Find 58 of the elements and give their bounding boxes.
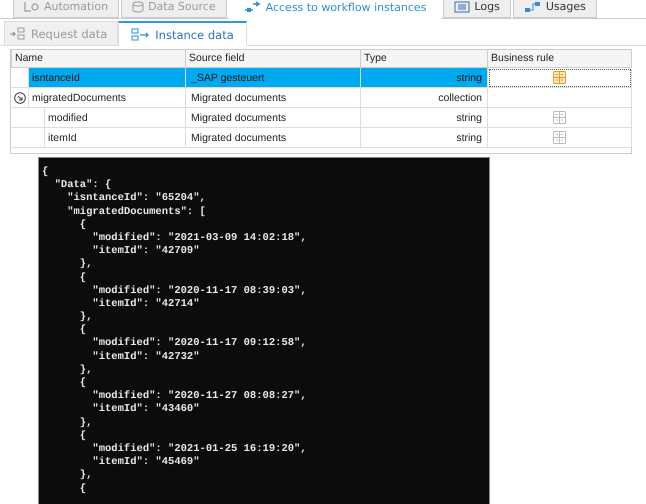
- name-cell[interactable]: modified: [44, 108, 185, 127]
- table-cell: Migrated documents: [186, 88, 361, 108]
- table-cell: Migrated documents: [186, 128, 361, 148]
- rule-cell[interactable]: [488, 108, 632, 128]
- code-line: {: [78, 377, 88, 390]
- code-line: "itemId": "42732": [91, 350, 201, 364]
- code-line: {: [78, 482, 88, 496]
- database-icon: [132, 0, 144, 12]
- table-cell: collection: [361, 88, 488, 108]
- flow-arrows-icon: [244, 1, 262, 13]
- column-header[interactable]: Type: [361, 49, 488, 68]
- code-line: },: [78, 416, 94, 430]
- code-line: "migratedDocuments": [: [66, 206, 207, 219]
- code-line: "modified": "2021-03-09 14:02:18",: [91, 232, 308, 245]
- code-line: "modified": "2020-11-17 08:39:03",: [91, 284, 308, 298]
- code-line: },: [78, 469, 94, 482]
- code-line: "Data": {: [54, 179, 112, 192]
- rule-cell[interactable]: [488, 88, 632, 108]
- code-line: "modified": "2020-11-17 09:12:58",: [91, 337, 308, 351]
- code-line: },: [78, 258, 94, 272]
- name-cell[interactable]: migratedDocuments: [28, 88, 185, 107]
- tab[interactable]: Usages: [512, 0, 597, 18]
- network-icon: [524, 0, 542, 12]
- column-header[interactable]: Business rule: [488, 49, 632, 68]
- grid-icon[interactable]: [553, 131, 566, 144]
- table-cell: Migrated documents: [186, 108, 361, 128]
- rule-cell[interactable]: [488, 128, 632, 148]
- grid-icon[interactable]: [553, 71, 566, 84]
- code-line: {: [78, 430, 88, 443]
- table-cell: string: [361, 108, 488, 128]
- name-cell[interactable]: itemId: [44, 128, 185, 147]
- code-line: {: [78, 272, 88, 285]
- table-cell: string: [361, 68, 488, 88]
- code-line: },: [78, 364, 94, 377]
- tab[interactable]: Logs: [443, 0, 511, 18]
- column-header[interactable]: Source field: [186, 49, 361, 68]
- grid-icon[interactable]: [553, 111, 566, 124]
- list-icon: [454, 0, 470, 12]
- table-cell: _SAP gesteuert: [186, 68, 361, 88]
- table-cell: string: [361, 128, 488, 148]
- code-line: {: [42, 166, 50, 180]
- code-line: "itemId": "42714": [91, 298, 201, 312]
- name-cell[interactable]: isntanceId: [28, 68, 185, 87]
- arrow-list-icon: [9, 26, 27, 40]
- code-line: "itemId": "45469": [91, 456, 201, 470]
- column-header[interactable]: Name: [11, 49, 186, 68]
- code-line: {: [78, 218, 88, 232]
- code-line: {: [78, 324, 88, 338]
- code-line: "modified": "2021-01-25 16:19:20",: [91, 442, 308, 456]
- code-line: },: [78, 311, 94, 324]
- code-line: "modified": "2020-11-27 08:08:27",: [91, 390, 308, 403]
- code-line: "itemId": "43460": [91, 403, 201, 417]
- code-line: "itemId": "42709": [91, 245, 201, 258]
- list-arrow-icon: [131, 28, 152, 42]
- rule-cell[interactable]: [488, 68, 632, 88]
- tab[interactable]: Instance data: [118, 21, 247, 46]
- collapse-icon[interactable]: [14, 92, 26, 104]
- code-line: "isntanceId": "65204",: [66, 192, 207, 206]
